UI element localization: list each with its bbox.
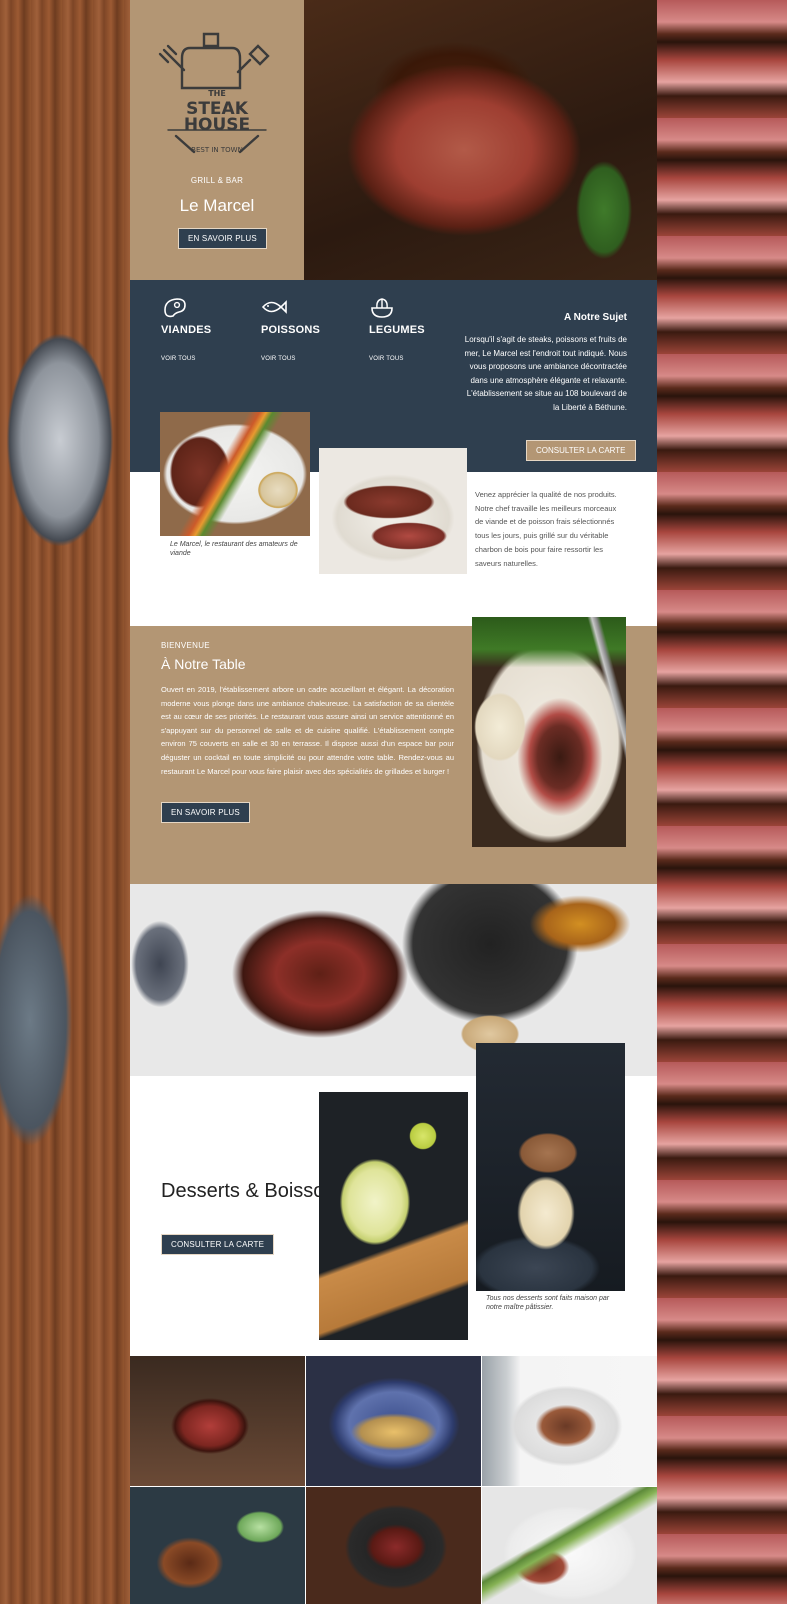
- fish-icon: [261, 300, 287, 314]
- logo-the: THE: [208, 89, 226, 98]
- hero-learn-more-button[interactable]: EN SAVOIR PLUS: [178, 228, 267, 249]
- gallery-photo-pan: [482, 1356, 657, 1486]
- sliced-steak-photo: [319, 448, 467, 574]
- category-title: LEGUMES: [369, 324, 425, 336]
- category-legumes: LEGUMES VOIR TOUS: [369, 296, 425, 362]
- vegetable-icon: [371, 298, 393, 318]
- about-title: A Notre Sujet: [564, 312, 627, 323]
- hero-subtitle: GRILL & BAR: [190, 176, 244, 185]
- steak-icon: [164, 298, 186, 318]
- welcome-text: Ouvert en 2019, l'établissement arbore u…: [161, 685, 454, 776]
- gallery-photo-roast: [130, 1487, 305, 1604]
- menu-intro-text: Venez apprécier la qualité de nos produi…: [475, 490, 617, 568]
- category-see-all-link[interactable]: VOIR TOUS: [369, 356, 425, 362]
- hero-brand-panel: THE STEAK HOUSE BEST IN TOWN GRILL & BAR…: [130, 0, 304, 280]
- logo-house: HOUSE: [184, 115, 250, 135]
- category-poissons: POISSONS VOIR TOUS: [261, 296, 320, 362]
- gallery-photo-skillet: [306, 1487, 481, 1604]
- steakhouse-logo: THE STEAK HOUSE BEST IN TOWN: [158, 32, 270, 154]
- wood-background-left: [0, 0, 130, 1604]
- page-main: THE STEAK HOUSE BEST IN TOWN GRILL & BAR…: [130, 0, 657, 1604]
- welcome-learn-more-button[interactable]: EN SAVOIR PLUS: [161, 802, 250, 823]
- welcome-kicker: BIENVENUE: [161, 641, 210, 650]
- category-title: POISSONS: [261, 324, 321, 336]
- view-menu-button[interactable]: CONSULTER LA CARTE: [526, 440, 636, 461]
- cocktail-photo: [319, 1092, 468, 1340]
- restaurant-name: Le Marcel: [179, 196, 255, 215]
- desserts-menu-button[interactable]: CONSULTER LA CARTE: [161, 1234, 275, 1255]
- steak-vegetables-photo: [160, 412, 310, 536]
- steak-beans-photo: [472, 617, 626, 847]
- photo-caption: Le Marcel, le restaurant des amateurs de…: [170, 541, 298, 557]
- gallery-photo-asparagus: [482, 1487, 657, 1604]
- logo-tagline: BEST IN TOWN: [191, 146, 243, 154]
- steak-background-right: [657, 0, 787, 1604]
- dessert-caption: Tous nos desserts sont faits maison par …: [486, 1295, 610, 1311]
- dessert-photo: [476, 1043, 625, 1291]
- category-title: VIANDES: [161, 324, 212, 336]
- gallery-photo-fish: [306, 1356, 481, 1486]
- category-see-all-link[interactable]: VOIR TOUS: [261, 356, 320, 362]
- gallery-photo-steak: [130, 1356, 305, 1486]
- hero-steak-image: [304, 0, 657, 280]
- desserts-title: Desserts & Boissons: [161, 1180, 346, 1202]
- category-see-all-link[interactable]: VOIR TOUS: [161, 356, 211, 362]
- category-viandes: VIANDES VOIR TOUS: [161, 296, 211, 362]
- about-text: Lorsqu'il s'agit de steaks, poissons et …: [464, 335, 628, 412]
- welcome-title: À Notre Table: [161, 656, 246, 672]
